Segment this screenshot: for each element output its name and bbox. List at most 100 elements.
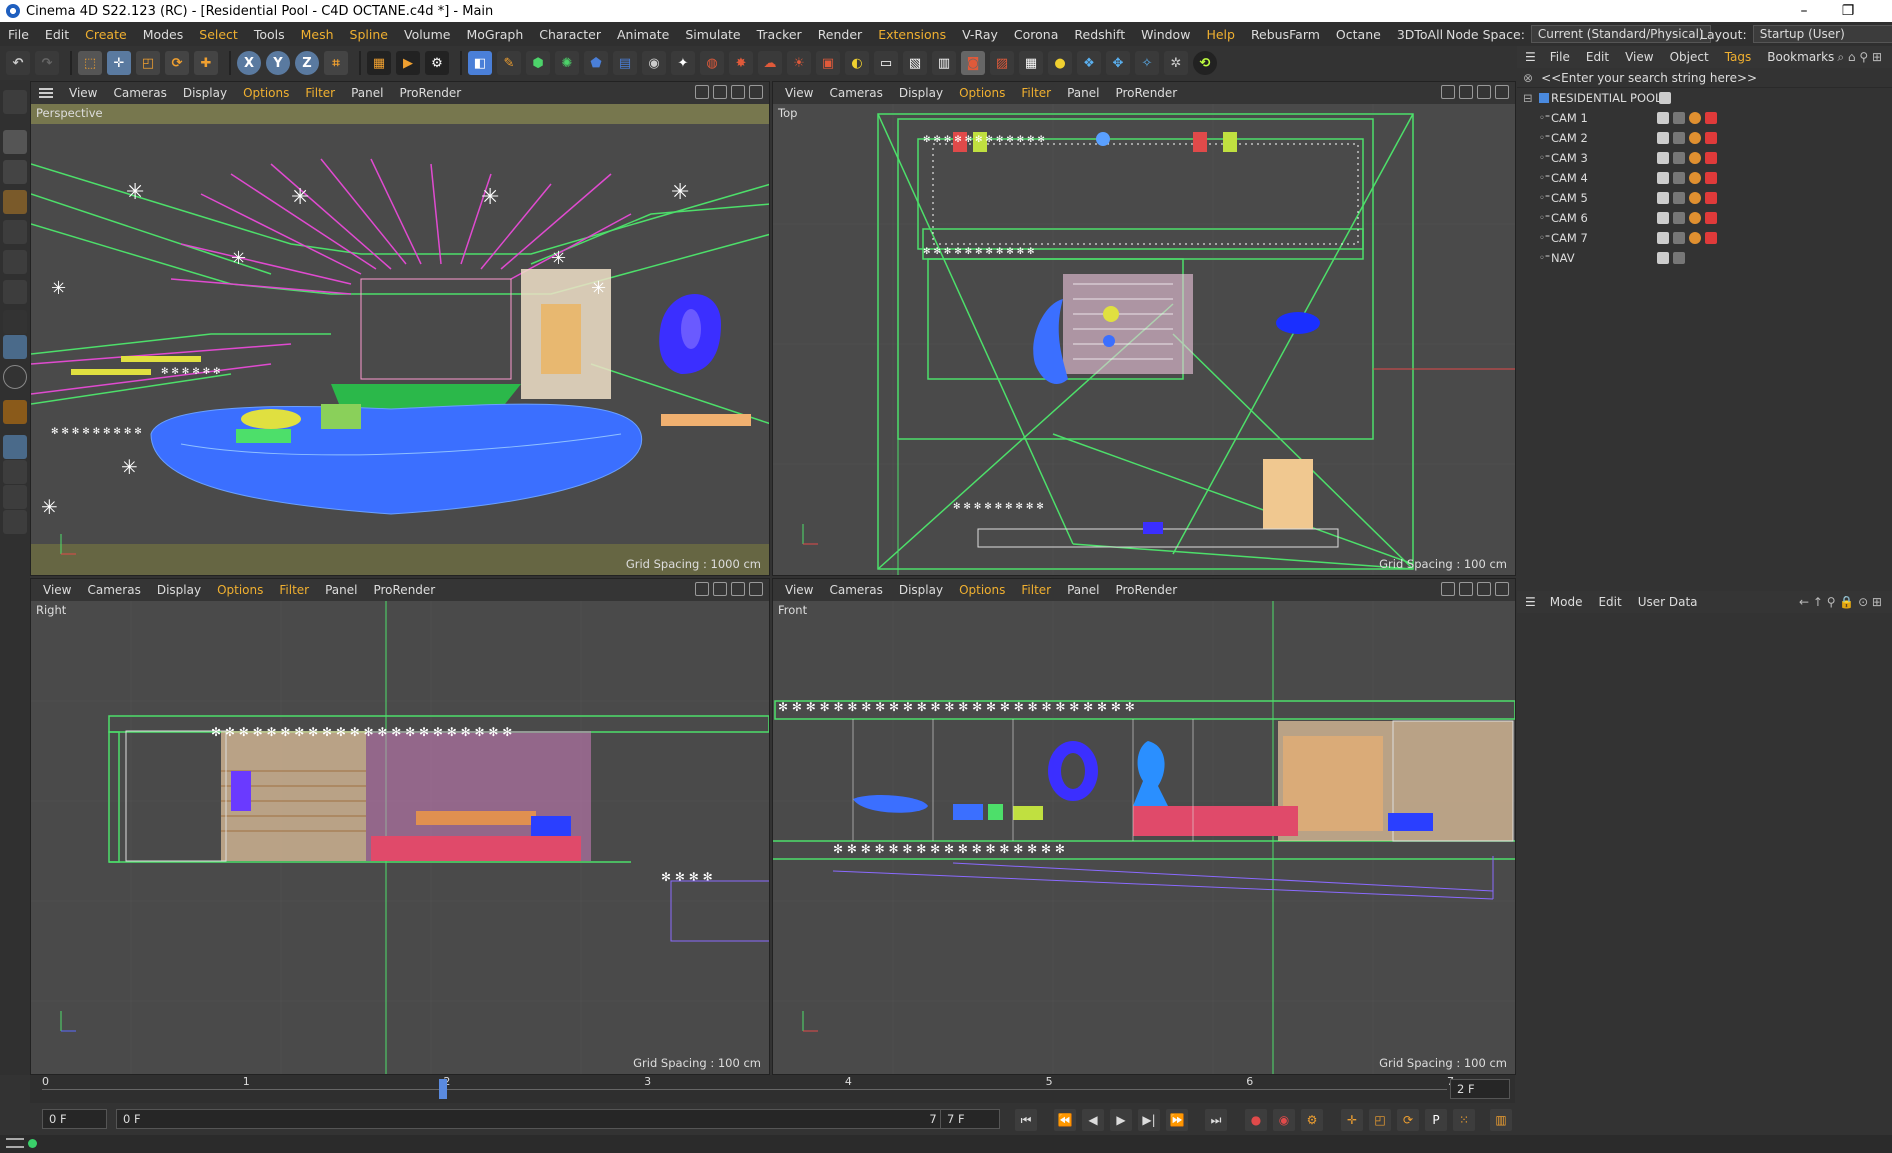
- object-row[interactable]: ◦⁼ CAM 7: [1517, 228, 1892, 248]
- menu-item-redshift[interactable]: Redshift: [1066, 27, 1133, 42]
- menu-item-render[interactable]: Render: [810, 27, 871, 42]
- solo-icon[interactable]: [3, 460, 27, 484]
- search-input[interactable]: <<Enter your search string here>>: [1541, 71, 1757, 85]
- live-selection-icon[interactable]: ⬚: [78, 51, 102, 75]
- object-name[interactable]: NAV: [1551, 251, 1575, 265]
- visibility-dots-icon[interactable]: [1673, 132, 1685, 144]
- viewport-camera-label[interactable]: Top: [778, 106, 797, 120]
- move-icon[interactable]: ✛: [107, 51, 131, 75]
- texture-mode-icon[interactable]: [3, 160, 27, 184]
- viewport-menu-options[interactable]: Options: [951, 583, 1013, 597]
- x-axis-button[interactable]: X: [237, 51, 261, 75]
- octane-camera-tag-icon[interactable]: [1705, 212, 1717, 224]
- maximize-icon[interactable]: [1495, 85, 1509, 99]
- restore-button[interactable]: ❐: [1826, 0, 1870, 22]
- orbit-icon[interactable]: [731, 85, 745, 99]
- object-row[interactable]: ◦⁼ CAM 1: [1517, 108, 1892, 128]
- zoom-icon[interactable]: [1459, 85, 1473, 99]
- layout-dropdown[interactable]: Startup (User): [1752, 25, 1892, 43]
- z-axis-button[interactable]: Z: [295, 51, 319, 75]
- viewport-menu-prorender[interactable]: ProRender: [1107, 583, 1185, 597]
- checkbox-icon[interactable]: [1657, 152, 1669, 164]
- viewport-menu-display[interactable]: Display: [891, 86, 951, 100]
- next-key-icon[interactable]: ⏩: [1166, 1109, 1188, 1131]
- corona-icon[interactable]: ✥: [1106, 51, 1130, 75]
- scale-icon[interactable]: ◰: [136, 51, 160, 75]
- am-menu-edit[interactable]: Edit: [1590, 595, 1629, 609]
- orbit-icon[interactable]: [731, 582, 745, 596]
- position-key-icon[interactable]: ✛: [1341, 1109, 1363, 1131]
- menu-item-select[interactable]: Select: [191, 27, 246, 42]
- om-menu-file[interactable]: File: [1542, 50, 1578, 64]
- viewport-menu-prorender[interactable]: ProRender: [365, 583, 443, 597]
- viewport-menu-panel[interactable]: Panel: [1059, 583, 1107, 597]
- render-view-icon[interactable]: ▦: [367, 51, 391, 75]
- vray-icon[interactable]: ❖: [1077, 51, 1101, 75]
- octane-light-icon[interactable]: ✸: [729, 51, 753, 75]
- picture-icon[interactable]: ▧: [903, 51, 927, 75]
- collapse-icon[interactable]: ⊟: [1523, 91, 1533, 105]
- status-menu-icon[interactable]: [6, 1138, 24, 1148]
- object-row[interactable]: ◦⁼ CAM 5: [1517, 188, 1892, 208]
- object-row[interactable]: ◦⁼ CAM 4: [1517, 168, 1892, 188]
- viewport-menu-options[interactable]: Options: [951, 86, 1013, 100]
- object-name[interactable]: CAM 3: [1551, 151, 1588, 165]
- viewport-menu-filter[interactable]: Filter: [297, 86, 343, 100]
- viewport-right[interactable]: View Cameras Display Options Filter Panel ProR…: [30, 578, 770, 1075]
- symmetry-icon[interactable]: [3, 510, 27, 534]
- object-name[interactable]: CAM 1: [1551, 111, 1588, 125]
- octane-settings-icon[interactable]: ▨: [990, 51, 1014, 75]
- viewport-menu-prorender[interactable]: ProRender: [1107, 86, 1185, 100]
- coordinate-system-icon[interactable]: ⌗: [324, 51, 348, 75]
- viewport-camera-label[interactable]: Perspective: [36, 106, 103, 120]
- menu-item-simulate[interactable]: Simulate: [677, 27, 748, 42]
- menu-item-octane[interactable]: Octane: [1328, 27, 1389, 42]
- menu-item-3dtoall[interactable]: 3DToAll: [1389, 27, 1451, 42]
- checkbox-icon[interactable]: [1657, 132, 1669, 144]
- menu-item-corona[interactable]: Corona: [1006, 27, 1066, 42]
- gear-icon[interactable]: ✲: [1164, 51, 1188, 75]
- viewport-menu-display[interactable]: Display: [149, 583, 209, 597]
- parameter-key-icon[interactable]: P: [1425, 1109, 1447, 1131]
- menu-item-extensions[interactable]: Extensions: [870, 27, 954, 42]
- viewport-perspective[interactable]: View Cameras Display Options Filter Panel ProR…: [30, 81, 770, 576]
- visibility-dots-icon[interactable]: [1673, 172, 1685, 184]
- checkbox-icon[interactable]: [1657, 232, 1669, 244]
- viewport-menu-panel[interactable]: Panel: [1059, 86, 1107, 100]
- maximize-icon[interactable]: [1495, 582, 1509, 596]
- rebusfarm-icon[interactable]: ⟲: [1193, 51, 1217, 75]
- menu-item-character[interactable]: Character: [531, 27, 609, 42]
- orbit-icon[interactable]: [1477, 582, 1491, 596]
- scale-key-icon[interactable]: ◰: [1369, 1109, 1391, 1131]
- light-icon[interactable]: ✦: [671, 51, 695, 75]
- hamburger-icon[interactable]: ☰: [1517, 50, 1542, 64]
- object-row[interactable]: ◦⁼ NAV: [1517, 248, 1892, 268]
- material-icon[interactable]: ◐: [845, 51, 869, 75]
- octane-camera-icon[interactable]: ◍: [700, 51, 724, 75]
- axis-mode-icon[interactable]: [3, 310, 27, 334]
- go-to-end-icon[interactable]: ⏭: [1205, 1109, 1227, 1131]
- checkbox-icon[interactable]: [1657, 192, 1669, 204]
- pen-icon[interactable]: ✎: [497, 51, 521, 75]
- viewport-menu-view[interactable]: View: [777, 86, 821, 100]
- viewport-menu-display[interactable]: Display: [175, 86, 235, 100]
- object-name[interactable]: RESIDENTIAL POOL: [1551, 91, 1661, 105]
- checkbox-icon[interactable]: [1657, 212, 1669, 224]
- target-tag-icon[interactable]: [1689, 232, 1701, 244]
- viewport-front[interactable]: View Cameras Display Options Filter Panel ProR…: [772, 578, 1516, 1075]
- om-menu-bookmarks[interactable]: Bookmarks: [1759, 50, 1842, 64]
- pan-icon[interactable]: [1441, 582, 1455, 596]
- checkbox-icon[interactable]: [1657, 252, 1669, 264]
- target-tag-icon[interactable]: [1689, 212, 1701, 224]
- octane-camera-tag-icon[interactable]: [1705, 232, 1717, 244]
- viewport-menu-options[interactable]: Options: [235, 86, 297, 100]
- menu-item-mesh[interactable]: Mesh: [293, 27, 342, 42]
- point-level-icon[interactable]: ⁙: [1453, 1109, 1475, 1131]
- object-row[interactable]: ◦⁼ CAM 6: [1517, 208, 1892, 228]
- subdivision-icon[interactable]: ⬢: [526, 51, 550, 75]
- points-mode-icon[interactable]: [3, 220, 27, 244]
- timeline[interactable]: 01234567 2 F: [30, 1075, 1515, 1103]
- go-to-start-icon[interactable]: ⏮: [1015, 1109, 1037, 1131]
- maximize-icon[interactable]: [749, 582, 763, 596]
- top-canvas[interactable]: ✻ ✻ ✻ ✻ ✻ ✻ ✻ ✻ ✻ ✻ ✻ ✻ ✻ ✻ ✻ ✻ ✻ ✻ ✻ ✻ ✻…: [773, 104, 1515, 575]
